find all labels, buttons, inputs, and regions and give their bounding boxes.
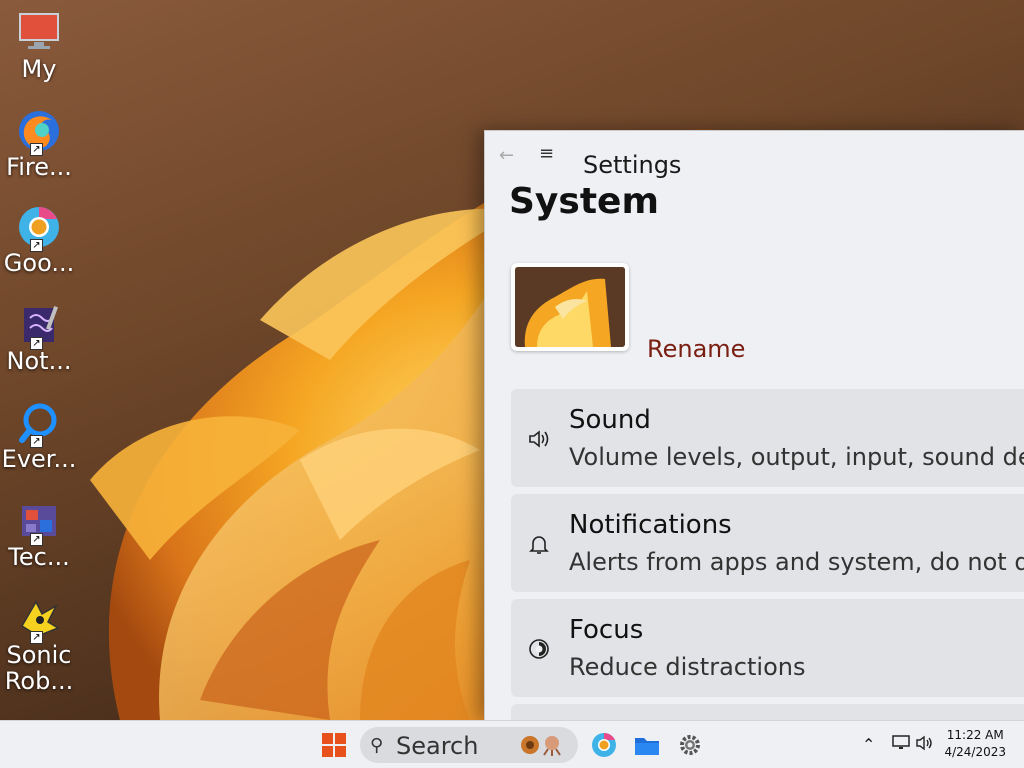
taskbar: ⚲ Search ⌃ 11:22 AM 4/24/2023 xyxy=(0,720,1024,768)
chevron-up-icon[interactable]: ⌃ xyxy=(862,735,875,754)
clock-date: 4/24/2023 xyxy=(944,745,1006,759)
firefox-icon: ↗ xyxy=(16,108,62,156)
settings-gear-icon[interactable] xyxy=(676,731,704,759)
desktop-icon-google-chrome[interactable]: ↗ Goo... xyxy=(0,204,78,276)
card-title: Focus xyxy=(569,615,644,645)
shortcut-arrow-icon: ↗ xyxy=(30,631,43,644)
shortcut-arrow-icon: ↗ xyxy=(30,435,43,448)
taskbar-search-box[interactable]: ⚲ Search xyxy=(360,727,578,763)
desktop-icon-tec[interactable]: ↗ Tec... xyxy=(0,498,78,570)
back-arrow-icon[interactable]: ← xyxy=(499,145,519,166)
file-explorer-icon[interactable] xyxy=(633,731,661,759)
card-subtitle: Volume levels, output, input, sound devi… xyxy=(569,443,1024,471)
rename-link[interactable]: Rename xyxy=(647,335,745,363)
shortcut-arrow-icon: ↗ xyxy=(30,533,43,546)
computer-icon xyxy=(16,10,62,56)
settings-card-sound[interactable]: Sound Volume levels, output, input, soun… xyxy=(511,389,1024,487)
device-thumbnail xyxy=(511,263,629,351)
app-title: Settings xyxy=(583,151,682,179)
notepad-icon: ↗ xyxy=(16,302,62,350)
desktop-icon-sonic-robo[interactable]: ↗ Sonic Rob... xyxy=(0,596,78,695)
clock[interactable]: 11:22 AM 4/24/2023 xyxy=(944,727,1006,761)
windows-start-icon[interactable] xyxy=(322,733,346,757)
tec-icon: ↗ xyxy=(16,498,62,546)
page-title: System xyxy=(509,181,659,222)
search-icon: ⚲ xyxy=(370,735,384,756)
search-label: Search xyxy=(396,732,479,760)
chrome-taskbar-icon[interactable] xyxy=(590,731,618,759)
bell-icon xyxy=(527,532,551,556)
card-subtitle: Alerts from apps and system, do not dist… xyxy=(569,548,1024,576)
settings-card-focus[interactable]: Focus Reduce distractions xyxy=(511,599,1024,697)
settings-card-partial[interactable] xyxy=(511,704,1024,720)
focus-icon xyxy=(527,637,551,661)
desktop-icon-my-computer[interactable]: My xyxy=(0,10,78,82)
shortcut-arrow-icon: ↗ xyxy=(30,337,43,350)
hamburger-menu-icon[interactable]: ≡ xyxy=(539,143,559,164)
wallpaper-thumbnail-image xyxy=(515,267,625,347)
settings-card-notifications[interactable]: Notifications Alerts from apps and syste… xyxy=(511,494,1024,592)
shortcut-arrow-icon: ↗ xyxy=(30,143,43,156)
desktop-icon-firefox[interactable]: ↗ Fire... xyxy=(0,108,78,180)
search-highlight-icon xyxy=(518,733,570,757)
speaker-icon xyxy=(527,427,551,451)
network-icon[interactable] xyxy=(892,735,910,755)
settings-window: ← ≡ Settings System Rename Sound Volume … xyxy=(484,130,1024,720)
card-subtitle: Reduce distractions xyxy=(569,653,806,681)
desktop-icon-notepad[interactable]: ↗ Not... xyxy=(0,302,78,374)
volume-icon[interactable] xyxy=(916,735,934,755)
sonic-icon: ↗ xyxy=(16,596,62,644)
desktop-icon-everything[interactable]: ↗ Ever... xyxy=(0,400,78,472)
card-title: Sound xyxy=(569,405,651,435)
chrome-icon: ↗ xyxy=(16,204,62,252)
clock-time: 11:22 AM xyxy=(946,728,1004,742)
shortcut-arrow-icon: ↗ xyxy=(30,239,43,252)
card-title: Notifications xyxy=(569,510,732,540)
everything-icon: ↗ xyxy=(16,400,62,448)
